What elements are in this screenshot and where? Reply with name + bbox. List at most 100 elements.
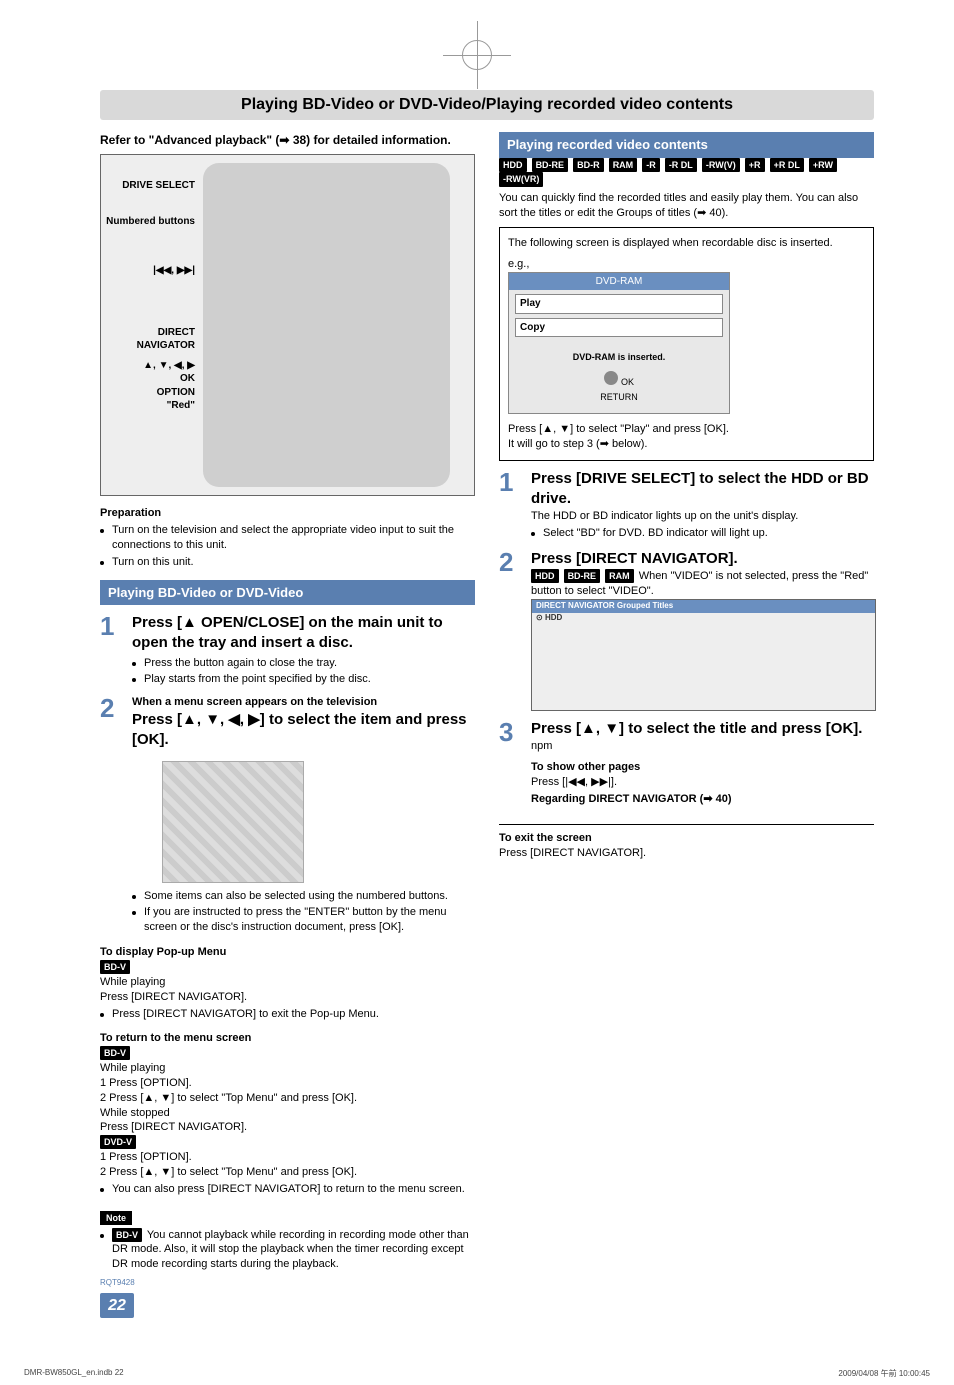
bullet-icon bbox=[132, 656, 140, 671]
regarding-navigator: Regarding DIRECT NAVIGATOR (➡ 40) bbox=[531, 792, 874, 807]
bd-v-tag-3: BD-V bbox=[112, 1228, 142, 1242]
bullet-icon bbox=[100, 1182, 108, 1197]
nav-header: DIRECT NAVIGATOR Grouped Titles bbox=[536, 601, 673, 610]
return-l5: Press [DIRECT NAVIGATOR]. bbox=[100, 1120, 475, 1135]
return-l2: 1 Press [OPTION]. bbox=[100, 1076, 475, 1091]
left-step1-b2: Play starts from the point specified by … bbox=[144, 672, 371, 687]
right-step1-b1: Select "BD" for DVD. BD indicator will l… bbox=[543, 526, 768, 541]
direct-navigator-screenshot: DIRECT NAVIGATOR Grouped Titles ⊙ HDD bbox=[531, 599, 876, 711]
step-number-3: 3 bbox=[499, 719, 521, 807]
right-step2-head: Press [DIRECT NAVIGATOR]. bbox=[531, 549, 874, 569]
ok-icon bbox=[604, 371, 618, 385]
disc-tag: BD-R bbox=[573, 158, 604, 172]
disc-tag: BD-RE bbox=[564, 569, 601, 583]
return-l4: While stopped bbox=[100, 1106, 475, 1121]
dvdram-screenshot: DVD-RAM Play Copy DVD-RAM is inserted. O… bbox=[508, 272, 730, 414]
step-number-2: 2 bbox=[499, 549, 521, 711]
return-l7: 2 Press [▲, ▼] to select "Top Menu" and … bbox=[100, 1165, 475, 1180]
step-number-1: 1 bbox=[100, 613, 122, 687]
right-column: Playing recorded video contents HDD BD-R… bbox=[499, 132, 874, 1318]
footer-right: 2009/04/08 午前 10:00:45 bbox=[838, 1368, 930, 1379]
label-option: OPTION bbox=[105, 386, 195, 400]
return-b1: You can also press [DIRECT NAVIGATOR] to… bbox=[112, 1182, 465, 1197]
step-number-2: 2 bbox=[100, 695, 122, 935]
right-step1-sub: The HDD or BD indicator lights up on the… bbox=[531, 509, 874, 524]
label-ok: OK bbox=[105, 372, 195, 386]
section-bd-dvd-video: Playing BD-Video or DVD-Video bbox=[100, 580, 475, 606]
bullet-icon bbox=[531, 526, 539, 541]
exit-title: To exit the screen bbox=[499, 831, 874, 846]
bullet-icon bbox=[132, 672, 140, 687]
left-step1-head: Press [▲ OPEN/CLOSE] on the main unit to… bbox=[132, 613, 475, 654]
disc-tag: +R bbox=[745, 158, 765, 172]
note-tag: Note bbox=[100, 1211, 132, 1225]
bullet-icon bbox=[100, 1007, 108, 1022]
label-direct-navigator: DIRECT NAVIGATOR bbox=[105, 326, 195, 353]
menu-screen-placeholder bbox=[162, 761, 304, 883]
return-l1: While playing bbox=[100, 1061, 475, 1076]
dvdram-play-row: Play bbox=[515, 294, 723, 314]
dvdram-title: DVD-RAM bbox=[509, 273, 729, 291]
exit-line: Press [DIRECT NAVIGATOR]. bbox=[499, 846, 874, 861]
return-menu-heading: To return to the menu screen bbox=[100, 1031, 475, 1046]
disc-tag-strip: HDD BD-RE BD-R RAM -R -R DL -RW(V) +R +R… bbox=[499, 158, 874, 188]
disc-tag: -R bbox=[642, 158, 660, 172]
box-line: The following screen is displayed when r… bbox=[508, 236, 865, 251]
left-step2-pre: When a menu screen appears on the televi… bbox=[132, 695, 475, 710]
bullet-icon bbox=[100, 555, 108, 570]
left-step2-b2: If you are instructed to press the "ENTE… bbox=[144, 905, 475, 935]
note-text: BD-V You cannot playback while recording… bbox=[112, 1228, 475, 1273]
box-press: Press [▲, ▼] to select "Play" and press … bbox=[508, 422, 865, 437]
step3-press: Press [|◀◀, ▶▶|]. bbox=[531, 775, 874, 790]
label-arrows: ▲, ▼, ◀, ▶ bbox=[105, 359, 195, 373]
recordable-disc-box: The following screen is displayed when r… bbox=[499, 227, 874, 461]
popup-b1: Press [DIRECT NAVIGATOR] to exit the Pop… bbox=[112, 1007, 379, 1022]
bullet-icon bbox=[100, 523, 108, 553]
disc-tag: +R DL bbox=[770, 158, 804, 172]
page-number: 22 bbox=[100, 1293, 134, 1319]
left-column: Refer to "Advanced playback" (➡ 38) for … bbox=[100, 132, 475, 1318]
prep-bullet-2: Turn on this unit. bbox=[112, 555, 194, 570]
note-body: You cannot playback while recording in r… bbox=[112, 1229, 469, 1271]
section-recorded-contents: Playing recorded video contents bbox=[499, 132, 874, 158]
footer: DMR-BW850GL_en.indb 22 2009/04/08 午前 10:… bbox=[24, 1368, 930, 1379]
label-prev-next: |◀◀, ▶▶| bbox=[105, 264, 195, 278]
left-step2-b1: Some items can also be selected using th… bbox=[144, 889, 448, 904]
left-step2-head: Press [▲, ▼, ◀, ▶] to select the item an… bbox=[132, 710, 475, 751]
disc-tag: -RW(V) bbox=[702, 158, 740, 172]
bullet-icon bbox=[100, 1228, 108, 1273]
right-step1-head: Press [DRIVE SELECT] to select the HDD o… bbox=[531, 469, 874, 510]
left-step1-b1: Press the button again to close the tray… bbox=[144, 656, 337, 671]
dvd-v-tag: DVD-V bbox=[100, 1135, 136, 1149]
crop-mark-top bbox=[462, 40, 492, 70]
dvdram-msg: DVD-RAM is inserted. bbox=[509, 341, 729, 367]
step-number-1: 1 bbox=[499, 469, 521, 541]
disc-tag: BD-RE bbox=[532, 158, 569, 172]
label-numbered-buttons: Numbered buttons bbox=[105, 215, 195, 229]
dvdram-copy-row: Copy bbox=[515, 318, 723, 338]
disc-tag: +RW bbox=[809, 158, 837, 172]
label-drive-select: DRIVE SELECT bbox=[105, 179, 195, 193]
bullet-icon bbox=[132, 905, 140, 935]
preparation-heading: Preparation bbox=[100, 506, 475, 521]
show-other-pages: To show other pages bbox=[531, 760, 874, 775]
page-body: Playing BD-Video or DVD-Video/Playing re… bbox=[0, 0, 954, 1358]
nav-hdd: HDD bbox=[545, 613, 562, 622]
remote-silhouette bbox=[203, 163, 450, 487]
bd-v-tag: BD-V bbox=[100, 960, 130, 974]
page-title: Playing BD-Video or DVD-Video/Playing re… bbox=[100, 90, 874, 120]
box-goto: It will go to step 3 (➡ below). bbox=[508, 437, 865, 452]
label-red: "Red" bbox=[105, 399, 195, 413]
right-step3-head: Press [▲, ▼] to select the title and pre… bbox=[531, 719, 874, 739]
remote-illustration: DRIVE SELECT Numbered buttons |◀◀, ▶▶| D… bbox=[100, 154, 475, 496]
bd-v-tag-2: BD-V bbox=[100, 1046, 130, 1060]
return-l3: 2 Press [▲, ▼] to select "Top Menu" and … bbox=[100, 1091, 475, 1106]
right-intro: You can quickly find the recorded titles… bbox=[499, 191, 874, 221]
disc-tag: RAM bbox=[605, 569, 634, 583]
rqt-code: RQT9428 bbox=[100, 1278, 475, 1289]
eg-label: e.g., bbox=[508, 257, 865, 272]
popup-menu-heading: To display Pop-up Menu bbox=[100, 945, 475, 960]
refer-text: Refer to "Advanced playback" (➡ 38) for … bbox=[100, 132, 475, 148]
footer-left: DMR-BW850GL_en.indb 22 bbox=[24, 1368, 124, 1379]
popup-l2: Press [DIRECT NAVIGATOR]. bbox=[100, 990, 475, 1005]
